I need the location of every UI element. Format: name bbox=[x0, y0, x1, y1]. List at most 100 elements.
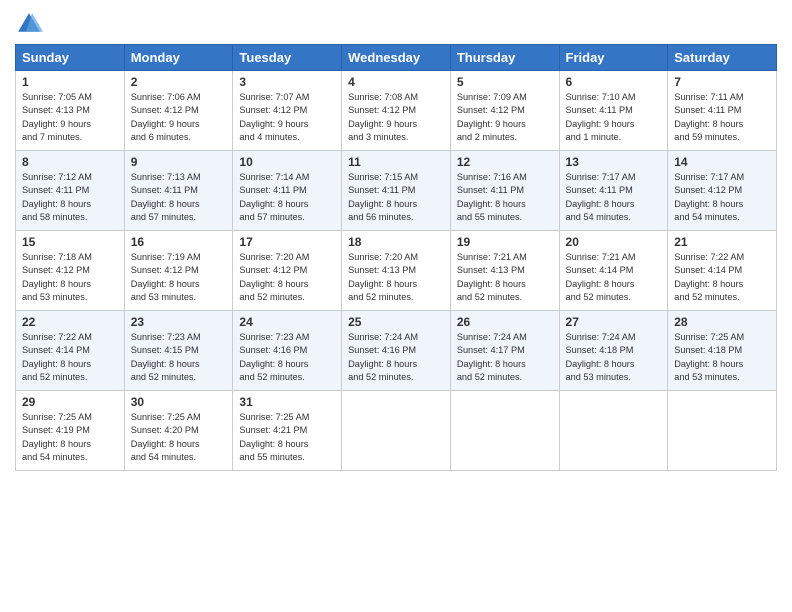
calendar-cell: 16 Sunrise: 7:19 AMSunset: 4:12 PMDayligh… bbox=[124, 231, 233, 311]
calendar-cell: 30Sunrise: 7:25 AMSunset: 4:20 PMDayligh… bbox=[124, 391, 233, 471]
calendar-cell: 28 Sunrise: 7:25 AMSunset: 4:18 PMDayligh… bbox=[668, 311, 777, 391]
day-info: Sunrise: 7:18 AMSunset: 4:12 PMDaylight:… bbox=[22, 251, 118, 304]
day-info: Sunrise: 7:05 AMSunset: 4:13 PMDaylight:… bbox=[22, 91, 118, 144]
calendar-cell: 10 Sunrise: 7:14 AMSunset: 4:11 PMDayligh… bbox=[233, 151, 342, 231]
calendar-cell: 1 Sunrise: 7:05 AMSunset: 4:13 PMDaylight… bbox=[16, 71, 125, 151]
day-number: 17 bbox=[239, 235, 335, 249]
day-number: 31 bbox=[239, 395, 335, 409]
day-number: 2 bbox=[131, 75, 227, 89]
calendar-cell bbox=[342, 391, 451, 471]
day-number: 28 bbox=[674, 315, 770, 329]
day-info: Sunrise: 7:19 AMSunset: 4:12 PMDaylight:… bbox=[131, 251, 227, 304]
weekday-header-friday: Friday bbox=[559, 45, 668, 71]
day-number: 21 bbox=[674, 235, 770, 249]
weekday-header-tuesday: Tuesday bbox=[233, 45, 342, 71]
day-number: 29 bbox=[22, 395, 118, 409]
day-number: 16 bbox=[131, 235, 227, 249]
day-number: 25 bbox=[348, 315, 444, 329]
calendar-cell: 9 Sunrise: 7:13 AMSunset: 4:11 PMDaylight… bbox=[124, 151, 233, 231]
week-row-3: 22 Sunrise: 7:22 AMSunset: 4:14 PMDayligh… bbox=[16, 311, 777, 391]
weekday-header-monday: Monday bbox=[124, 45, 233, 71]
calendar-cell: 19 Sunrise: 7:21 AMSunset: 4:13 PMDayligh… bbox=[450, 231, 559, 311]
page: SundayMondayTuesdayWednesdayThursdayFrid… bbox=[0, 0, 792, 612]
calendar-cell: 6 Sunrise: 7:10 AMSunset: 4:11 PMDaylight… bbox=[559, 71, 668, 151]
calendar-cell: 13Sunrise: 7:17 AMSunset: 4:11 PMDayligh… bbox=[559, 151, 668, 231]
day-number: 3 bbox=[239, 75, 335, 89]
day-info: Sunrise: 7:25 AMSunset: 4:18 PMDaylight:… bbox=[674, 331, 770, 384]
day-info: Sunrise: 7:07 AMSunset: 4:12 PMDaylight:… bbox=[239, 91, 335, 144]
header bbox=[15, 10, 777, 38]
calendar-cell: 31Sunrise: 7:25 AMSunset: 4:21 PMDayligh… bbox=[233, 391, 342, 471]
day-number: 7 bbox=[674, 75, 770, 89]
day-number: 8 bbox=[22, 155, 118, 169]
day-number: 27 bbox=[566, 315, 662, 329]
day-info: Sunrise: 7:16 AMSunset: 4:11 PMDaylight:… bbox=[457, 171, 553, 224]
calendar-cell: 20Sunrise: 7:21 AMSunset: 4:14 PMDayligh… bbox=[559, 231, 668, 311]
calendar-cell: 12 Sunrise: 7:16 AMSunset: 4:11 PMDayligh… bbox=[450, 151, 559, 231]
day-number: 13 bbox=[566, 155, 662, 169]
day-number: 9 bbox=[131, 155, 227, 169]
day-info: Sunrise: 7:12 AMSunset: 4:11 PMDaylight:… bbox=[22, 171, 118, 224]
weekday-header-saturday: Saturday bbox=[668, 45, 777, 71]
day-info: Sunrise: 7:22 AMSunset: 4:14 PMDaylight:… bbox=[674, 251, 770, 304]
day-info: Sunrise: 7:25 AMSunset: 4:19 PMDaylight:… bbox=[22, 411, 118, 464]
day-number: 1 bbox=[22, 75, 118, 89]
day-number: 19 bbox=[457, 235, 553, 249]
day-number: 14 bbox=[674, 155, 770, 169]
calendar-cell: 7 Sunrise: 7:11 AMSunset: 4:11 PMDaylight… bbox=[668, 71, 777, 151]
day-info: Sunrise: 7:20 AMSunset: 4:13 PMDaylight:… bbox=[348, 251, 444, 304]
day-info: Sunrise: 7:10 AMSunset: 4:11 PMDaylight:… bbox=[566, 91, 662, 144]
week-row-4: 29 Sunrise: 7:25 AMSunset: 4:19 PMDayligh… bbox=[16, 391, 777, 471]
day-number: 20 bbox=[566, 235, 662, 249]
day-number: 6 bbox=[566, 75, 662, 89]
day-info: Sunrise: 7:14 AMSunset: 4:11 PMDaylight:… bbox=[239, 171, 335, 224]
calendar-cell: 26Sunrise: 7:24 AMSunset: 4:17 PMDayligh… bbox=[450, 311, 559, 391]
logo bbox=[15, 10, 47, 38]
day-info: Sunrise: 7:20 AMSunset: 4:12 PMDaylight:… bbox=[239, 251, 335, 304]
day-info: Sunrise: 7:23 AMSunset: 4:16 PMDaylight:… bbox=[239, 331, 335, 384]
calendar-cell: 3 Sunrise: 7:07 AMSunset: 4:12 PMDaylight… bbox=[233, 71, 342, 151]
day-number: 23 bbox=[131, 315, 227, 329]
calendar-cell: 17 Sunrise: 7:20 AMSunset: 4:12 PMDayligh… bbox=[233, 231, 342, 311]
day-number: 18 bbox=[348, 235, 444, 249]
day-info: Sunrise: 7:06 AMSunset: 4:12 PMDaylight:… bbox=[131, 91, 227, 144]
weekday-header-row: SundayMondayTuesdayWednesdayThursdayFrid… bbox=[16, 45, 777, 71]
day-number: 15 bbox=[22, 235, 118, 249]
day-number: 5 bbox=[457, 75, 553, 89]
day-number: 12 bbox=[457, 155, 553, 169]
day-number: 22 bbox=[22, 315, 118, 329]
day-number: 10 bbox=[239, 155, 335, 169]
weekday-header-wednesday: Wednesday bbox=[342, 45, 451, 71]
day-info: Sunrise: 7:08 AMSunset: 4:12 PMDaylight:… bbox=[348, 91, 444, 144]
day-info: Sunrise: 7:22 AMSunset: 4:14 PMDaylight:… bbox=[22, 331, 118, 384]
calendar-cell: 24 Sunrise: 7:23 AMSunset: 4:16 PMDayligh… bbox=[233, 311, 342, 391]
day-info: Sunrise: 7:24 AMSunset: 4:16 PMDaylight:… bbox=[348, 331, 444, 384]
day-info: Sunrise: 7:21 AMSunset: 4:13 PMDaylight:… bbox=[457, 251, 553, 304]
calendar-cell: 2 Sunrise: 7:06 AMSunset: 4:12 PMDaylight… bbox=[124, 71, 233, 151]
day-number: 24 bbox=[239, 315, 335, 329]
day-info: Sunrise: 7:25 AMSunset: 4:20 PMDaylight:… bbox=[131, 411, 227, 464]
day-number: 26 bbox=[457, 315, 553, 329]
calendar-table: SundayMondayTuesdayWednesdayThursdayFrid… bbox=[15, 44, 777, 471]
week-row-2: 15 Sunrise: 7:18 AMSunset: 4:12 PMDayligh… bbox=[16, 231, 777, 311]
week-row-1: 8 Sunrise: 7:12 AMSunset: 4:11 PMDaylight… bbox=[16, 151, 777, 231]
calendar-cell: 27Sunrise: 7:24 AMSunset: 4:18 PMDayligh… bbox=[559, 311, 668, 391]
calendar-cell: 4 Sunrise: 7:08 AMSunset: 4:12 PMDaylight… bbox=[342, 71, 451, 151]
calendar-cell: 18 Sunrise: 7:20 AMSunset: 4:13 PMDayligh… bbox=[342, 231, 451, 311]
calendar-cell: 22 Sunrise: 7:22 AMSunset: 4:14 PMDayligh… bbox=[16, 311, 125, 391]
day-info: Sunrise: 7:13 AMSunset: 4:11 PMDaylight:… bbox=[131, 171, 227, 224]
day-info: Sunrise: 7:09 AMSunset: 4:12 PMDaylight:… bbox=[457, 91, 553, 144]
day-number: 4 bbox=[348, 75, 444, 89]
calendar-cell: 25 Sunrise: 7:24 AMSunset: 4:16 PMDayligh… bbox=[342, 311, 451, 391]
calendar-cell: 5 Sunrise: 7:09 AMSunset: 4:12 PMDaylight… bbox=[450, 71, 559, 151]
day-number: 11 bbox=[348, 155, 444, 169]
day-info: Sunrise: 7:17 AMSunset: 4:12 PMDaylight:… bbox=[674, 171, 770, 224]
day-info: Sunrise: 7:15 AMSunset: 4:11 PMDaylight:… bbox=[348, 171, 444, 224]
logo-icon bbox=[15, 10, 43, 38]
day-info: Sunrise: 7:23 AMSunset: 4:15 PMDaylight:… bbox=[131, 331, 227, 384]
calendar-cell: 29 Sunrise: 7:25 AMSunset: 4:19 PMDayligh… bbox=[16, 391, 125, 471]
calendar-cell bbox=[668, 391, 777, 471]
day-info: Sunrise: 7:11 AMSunset: 4:11 PMDaylight:… bbox=[674, 91, 770, 144]
calendar-cell bbox=[450, 391, 559, 471]
calendar-cell: 23 Sunrise: 7:23 AMSunset: 4:15 PMDayligh… bbox=[124, 311, 233, 391]
